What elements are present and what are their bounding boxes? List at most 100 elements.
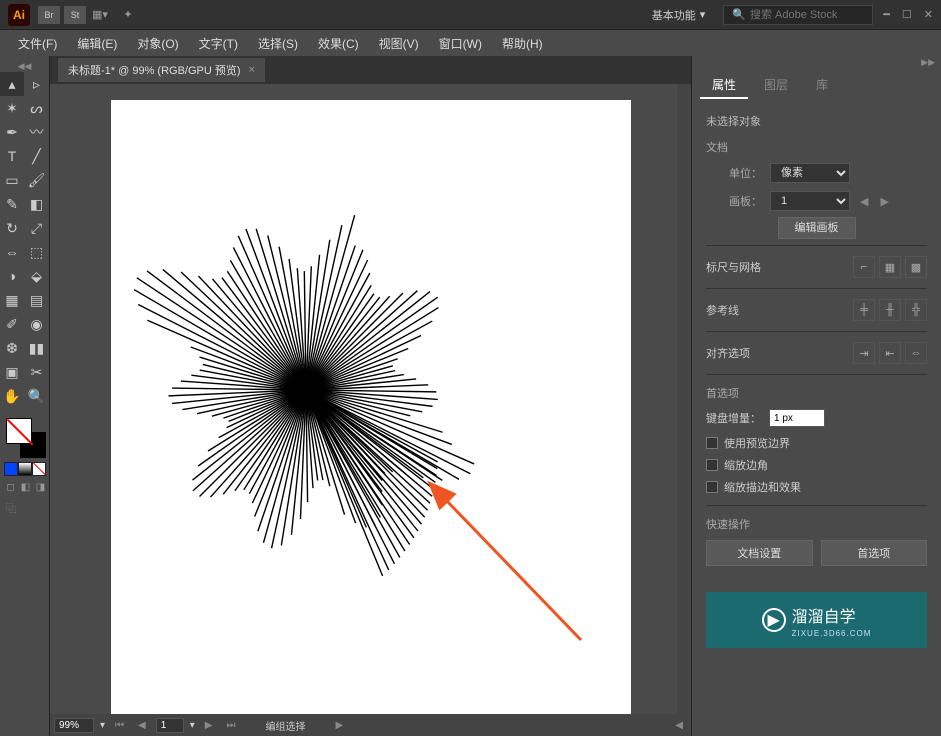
- scale-strokes-checkbox[interactable]: [706, 481, 718, 493]
- color-mode-swatch[interactable]: [4, 462, 18, 476]
- type-tool[interactable]: T: [0, 144, 24, 168]
- fill-stroke-swatch[interactable]: [6, 418, 46, 458]
- smart-guides-icon[interactable]: ╬: [905, 299, 927, 321]
- menu-file[interactable]: 文件(F): [8, 31, 67, 56]
- eraser-tool[interactable]: ◧: [25, 192, 49, 216]
- canvas-viewport[interactable]: ▾ ⏮ ◀ ▾ ▶ ⏭ 编组选择 ▶ ◀: [50, 84, 691, 736]
- artboard-page-input[interactable]: [156, 718, 184, 733]
- units-select[interactable]: 像素: [770, 163, 850, 183]
- gradient-mode-swatch[interactable]: [18, 462, 32, 476]
- magic-wand-tool[interactable]: ✶: [0, 96, 24, 120]
- scale-tool[interactable]: ⤢: [25, 216, 49, 240]
- next-artboard-icon[interactable]: ▶: [201, 720, 217, 731]
- prev-artboard-icon[interactable]: ◀: [134, 720, 150, 731]
- artboard-next-icon[interactable]: ▶: [878, 195, 890, 208]
- menu-window[interactable]: 窗口(W): [429, 31, 492, 56]
- free-transform-tool[interactable]: ⬚: [25, 240, 49, 264]
- width-tool[interactable]: ⇔: [0, 240, 24, 264]
- lasso-tool[interactable]: ᔕ: [25, 96, 49, 120]
- shaper-tool[interactable]: ✎: [0, 192, 24, 216]
- menu-type[interactable]: 文字(T): [189, 31, 248, 56]
- tab-libraries[interactable]: 库: [804, 72, 840, 99]
- window-maximize-icon[interactable]: ☐: [902, 8, 912, 21]
- bridge-launcher[interactable]: Br: [38, 6, 60, 24]
- zoom-dropdown-icon[interactable]: ▾: [100, 720, 105, 731]
- line-tool[interactable]: ╱: [25, 144, 49, 168]
- edit-artboard-button[interactable]: 编辑画板: [778, 217, 856, 239]
- menu-select[interactable]: 选择(S): [248, 31, 308, 56]
- artboard-select[interactable]: 1: [770, 191, 850, 211]
- none-mode-swatch[interactable]: [32, 462, 46, 476]
- menu-edit[interactable]: 编辑(E): [67, 31, 127, 56]
- zoom-input[interactable]: [54, 718, 94, 733]
- grid-toggle-icon[interactable]: ▦: [879, 256, 901, 278]
- artboard-prev-icon[interactable]: ◀: [858, 195, 870, 208]
- hscroll-left-icon[interactable]: ◀: [671, 720, 687, 731]
- column-graph-tool[interactable]: ▮▮: [25, 336, 49, 360]
- first-artboard-icon[interactable]: ⏮: [111, 720, 128, 731]
- draw-normal-icon[interactable]: ◻: [4, 480, 17, 494]
- rectangle-tool[interactable]: ▭: [0, 168, 24, 192]
- window-close-icon[interactable]: ✕: [924, 8, 933, 21]
- status-dropdown-icon[interactable]: ▶: [331, 720, 347, 731]
- window-minimize-icon[interactable]: ━: [883, 8, 890, 21]
- snap-pixel-icon[interactable]: ⇥: [853, 342, 875, 364]
- guides-show-icon[interactable]: ╪: [853, 299, 875, 321]
- tab-layers[interactable]: 图层: [752, 72, 800, 99]
- gpu-preview-icon[interactable]: ✦: [118, 5, 138, 25]
- vertical-scrollbar[interactable]: [677, 84, 691, 716]
- shape-builder-tool[interactable]: ◑: [0, 264, 24, 288]
- screen-mode-icon[interactable]: ⿻: [4, 500, 18, 514]
- search-input[interactable]: [750, 9, 864, 21]
- document-tab-title: 未标题-1* @ 99% (RGB/GPU 预览): [68, 62, 241, 78]
- blend-tool[interactable]: ◉: [25, 312, 49, 336]
- paintbrush-tool[interactable]: 🖌: [25, 168, 49, 192]
- snap-point-icon[interactable]: ⇤: [879, 342, 901, 364]
- artboard[interactable]: [111, 100, 631, 720]
- artboard-tool[interactable]: ▣: [0, 360, 24, 384]
- direct-selection-tool[interactable]: ▹: [25, 72, 49, 96]
- last-artboard-icon[interactable]: ⏭: [222, 720, 239, 731]
- ruler-toggle-icon[interactable]: ⌐: [853, 256, 875, 278]
- zoom-tool[interactable]: 🔍: [25, 384, 49, 408]
- artwork-radial-lines[interactable]: [111, 100, 631, 720]
- guides-lock-icon[interactable]: ╫: [879, 299, 901, 321]
- gradient-tool[interactable]: ▤: [25, 288, 49, 312]
- rotate-tool[interactable]: ↻: [0, 216, 24, 240]
- use-preview-bounds-label: 使用预览边界: [724, 435, 790, 451]
- preferences-button[interactable]: 首选项: [821, 540, 928, 566]
- artboard-page-dropdown-icon[interactable]: ▾: [190, 720, 195, 731]
- tools-collapse-icon[interactable]: ◀◀: [0, 60, 49, 72]
- draw-inside-icon[interactable]: ◨: [34, 480, 47, 494]
- menu-help[interactable]: 帮助(H): [492, 31, 553, 56]
- menu-object[interactable]: 对象(O): [127, 31, 188, 56]
- eyedropper-tool[interactable]: ✐: [0, 312, 24, 336]
- tools-panel: ◀◀ ▴ ▹ ✶ ᔕ ✒ 〰 T ╱ ▭ 🖌 ✎ ◧ ↻ ⤢ ⇔ ⬚ ◑ ⬙ ▦…: [0, 56, 50, 736]
- selection-tool[interactable]: ▴: [0, 72, 24, 96]
- mesh-tool[interactable]: ▦: [0, 288, 24, 312]
- snap-grid-icon[interactable]: ⇔: [905, 342, 927, 364]
- curvature-tool[interactable]: 〰: [25, 120, 49, 144]
- workspace-switcher[interactable]: 基本功能 ▾: [644, 5, 714, 25]
- fill-swatch[interactable]: [6, 418, 32, 444]
- pen-tool[interactable]: ✒: [0, 120, 24, 144]
- scale-corners-checkbox[interactable]: [706, 459, 718, 471]
- symbol-sprayer-tool[interactable]: ❆: [0, 336, 24, 360]
- use-preview-bounds-checkbox[interactable]: [706, 437, 718, 449]
- arrange-documents-icon[interactable]: ▦▾: [90, 5, 110, 25]
- document-setup-button[interactable]: 文档设置: [706, 540, 813, 566]
- panel-collapse-icon[interactable]: ▶▶: [692, 56, 941, 68]
- slice-tool[interactable]: ✂: [25, 360, 49, 384]
- document-tab[interactable]: 未标题-1* @ 99% (RGB/GPU 预览) ×: [58, 58, 265, 82]
- transparency-grid-icon[interactable]: ▩: [905, 256, 927, 278]
- perspective-grid-tool[interactable]: ⬙: [25, 264, 49, 288]
- stock-launcher[interactable]: St: [64, 6, 86, 24]
- menu-effect[interactable]: 效果(C): [308, 31, 369, 56]
- tab-properties[interactable]: 属性: [700, 72, 748, 99]
- keyboard-increment-input[interactable]: [769, 409, 825, 427]
- draw-behind-icon[interactable]: ◧: [19, 480, 32, 494]
- close-tab-icon[interactable]: ×: [249, 64, 255, 76]
- hand-tool[interactable]: ✋: [0, 384, 24, 408]
- menu-view[interactable]: 视图(V): [369, 31, 429, 56]
- search-stock-field[interactable]: 🔍: [723, 5, 873, 25]
